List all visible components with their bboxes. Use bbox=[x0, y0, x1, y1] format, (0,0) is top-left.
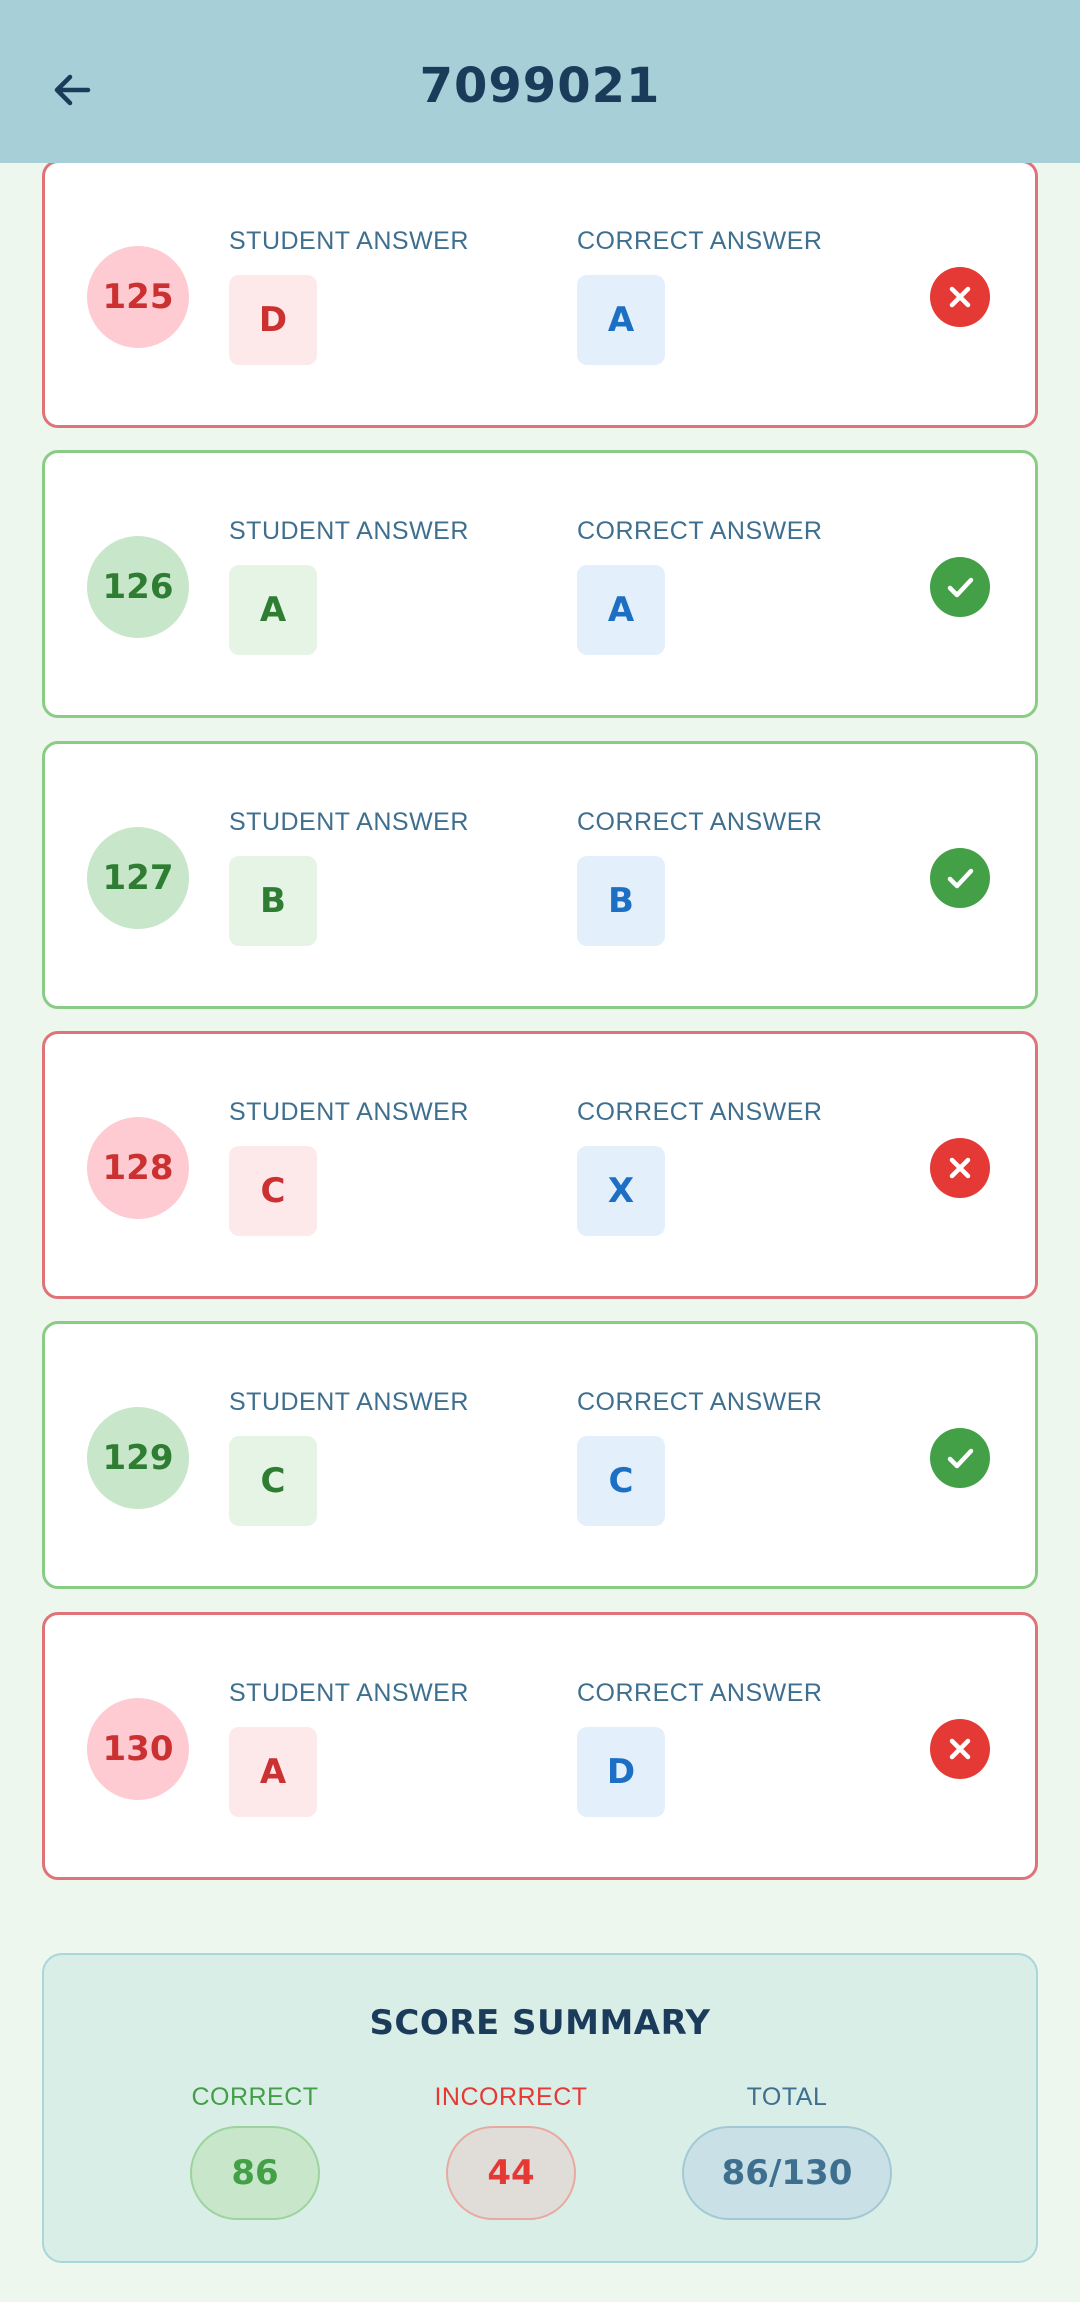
answer-card: 130 STUDENT ANSWER CORRECT ANSWER A D bbox=[42, 1612, 1038, 1880]
incorrect-icon bbox=[930, 267, 990, 327]
correct-count: 86 bbox=[190, 2126, 320, 2220]
student-answer-label: STUDENT ANSWER bbox=[229, 1098, 469, 1126]
correct-answer-value: A bbox=[577, 275, 665, 365]
student-answer-label: STUDENT ANSWER bbox=[229, 517, 469, 545]
incorrect-icon bbox=[930, 1138, 990, 1198]
answer-card: 129 STUDENT ANSWER CORRECT ANSWER C C bbox=[42, 1321, 1038, 1589]
total-stat: TOTAL 86/130 bbox=[682, 2083, 892, 2220]
check-icon bbox=[930, 848, 990, 908]
student-answer-label: STUDENT ANSWER bbox=[229, 1679, 469, 1707]
correct-answer-label: CORRECT ANSWER bbox=[577, 808, 823, 836]
correct-answer-label: CORRECT ANSWER bbox=[577, 1098, 823, 1126]
student-answer-value: B bbox=[229, 856, 317, 946]
question-number: 130 bbox=[87, 1698, 189, 1800]
total-label: TOTAL bbox=[746, 2083, 828, 2111]
check-icon bbox=[930, 1428, 990, 1488]
correct-label: CORRECT bbox=[191, 2083, 319, 2111]
incorrect-icon bbox=[930, 1719, 990, 1779]
student-answer-value: C bbox=[229, 1146, 317, 1236]
incorrect-stat: INCORRECT 44 bbox=[426, 2083, 596, 2220]
question-number: 125 bbox=[87, 246, 189, 348]
correct-answer-label: CORRECT ANSWER bbox=[577, 1388, 823, 1416]
answer-card: 126 STUDENT ANSWER CORRECT ANSWER A A bbox=[42, 450, 1038, 718]
correct-answer-value: C bbox=[577, 1436, 665, 1526]
student-answer-value: C bbox=[229, 1436, 317, 1526]
question-number: 126 bbox=[87, 536, 189, 638]
student-answer-value: D bbox=[229, 275, 317, 365]
correct-answer-value: B bbox=[577, 856, 665, 946]
student-answer-value: A bbox=[229, 1727, 317, 1817]
incorrect-label: INCORRECT bbox=[434, 2083, 588, 2111]
answer-card: 127 STUDENT ANSWER CORRECT ANSWER B B bbox=[42, 741, 1038, 1009]
correct-answer-value: D bbox=[577, 1727, 665, 1817]
correct-answer-value: A bbox=[577, 565, 665, 655]
app-bar: 7099021 bbox=[0, 0, 1080, 163]
student-answer-value: A bbox=[229, 565, 317, 655]
correct-answer-label: CORRECT ANSWER bbox=[577, 1679, 823, 1707]
question-number: 129 bbox=[87, 1407, 189, 1509]
page-title: 7099021 bbox=[419, 58, 661, 114]
correct-answer-value: X bbox=[577, 1146, 665, 1236]
score-summary-title: SCORE SUMMARY bbox=[369, 2003, 711, 2043]
student-answer-label: STUDENT ANSWER bbox=[229, 1388, 469, 1416]
correct-answer-label: CORRECT ANSWER bbox=[577, 517, 823, 545]
correct-answer-label: CORRECT ANSWER bbox=[577, 227, 823, 255]
total-score: 86/130 bbox=[682, 2126, 892, 2220]
answer-card: 128 STUDENT ANSWER CORRECT ANSWER C X bbox=[42, 1031, 1038, 1299]
correct-stat: CORRECT 86 bbox=[190, 2083, 320, 2220]
score-summary-card: SCORE SUMMARY CORRECT 86 INCORRECT 44 TO… bbox=[42, 1953, 1038, 2263]
student-answer-label: STUDENT ANSWER bbox=[229, 808, 469, 836]
question-number: 127 bbox=[87, 827, 189, 929]
incorrect-count: 44 bbox=[446, 2126, 576, 2220]
answer-card: 125 STUDENT ANSWER CORRECT ANSWER D A bbox=[42, 160, 1038, 428]
check-icon bbox=[930, 557, 990, 617]
student-answer-label: STUDENT ANSWER bbox=[229, 227, 469, 255]
question-number: 128 bbox=[87, 1117, 189, 1219]
